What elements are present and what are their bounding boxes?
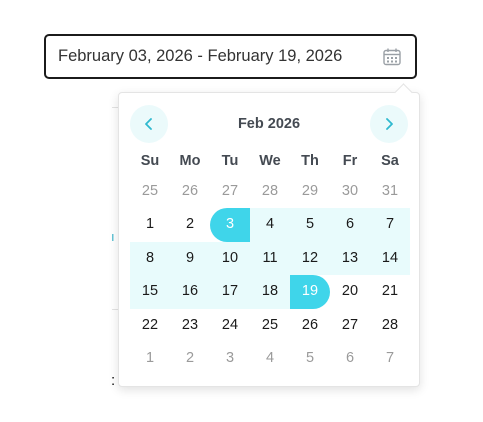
next-month-button[interactable] [370, 105, 408, 143]
weekday-header: Su Mo Tu We Th Fr Sa [130, 151, 410, 171]
calendar-day[interactable]: 22 [130, 309, 170, 342]
calendar-day-in-range[interactable]: 17 [210, 275, 250, 309]
calendar-day-next-month[interactable]: 4 [250, 342, 290, 375]
calendar-day-next-month[interactable]: 2 [170, 342, 210, 375]
background-fragment: : [111, 372, 116, 389]
calendar-day-prev-month[interactable]: 27 [210, 175, 250, 208]
calendar-day-next-month[interactable]: 3 [210, 342, 250, 375]
calendar-day-in-range[interactable]: 5 [290, 208, 330, 242]
calendar-day[interactable]: 26 [290, 309, 330, 342]
calendar-day-prev-month[interactable]: 26 [170, 175, 210, 208]
calendar-day-in-range[interactable]: 6 [330, 208, 370, 242]
calendar-day-in-range[interactable]: 16 [170, 275, 210, 309]
calendar-day-in-range[interactable]: 12 [290, 241, 330, 276]
weekday-label: Th [301, 153, 319, 169]
calendar-week: 15 16 17 18 19 20 21 [130, 275, 410, 309]
weekday-label: We [259, 153, 281, 169]
calendar-day-prev-month[interactable]: 31 [370, 175, 410, 208]
calendar-day[interactable]: 1 [130, 208, 170, 241]
calendar-day-in-range[interactable]: 10 [210, 241, 250, 276]
calendar-day-in-range[interactable]: 18 [250, 275, 290, 309]
calendar-day-next-month[interactable]: 1 [130, 342, 170, 375]
weekday-label: Mo [179, 153, 201, 169]
calendar-day-in-range[interactable]: 11 [250, 241, 290, 276]
calendar-day-in-range[interactable]: 4 [250, 208, 290, 242]
chevron-right-icon [386, 118, 393, 130]
weekday-label: Tu [221, 153, 239, 169]
calendar-day-range-end[interactable]: 19 [290, 275, 330, 309]
calendar-grid: 25 26 27 28 29 30 31 1 2 3 4 5 6 7 8 9 1… [130, 175, 410, 375]
popup-pointer [394, 83, 413, 102]
calendar-day-prev-month[interactable]: 28 [250, 175, 290, 208]
date-range-value: February 03, 2026 - February 19, 2026 [58, 47, 343, 65]
calendar-day[interactable]: 28 [370, 309, 410, 342]
calendar-icon[interactable] [382, 47, 402, 67]
weekday-label: Fr [342, 153, 358, 169]
calendar-week: 8 9 10 11 12 13 14 [130, 241, 410, 276]
calendar-day[interactable]: 27 [330, 309, 370, 342]
calendar-week: 22 23 24 25 26 27 28 [130, 309, 410, 342]
calendar-week: 1 2 3 4 5 6 7 [130, 208, 410, 243]
calendar-day[interactable]: 25 [250, 309, 290, 342]
calendar-day[interactable]: 24 [210, 309, 250, 342]
calendar-day[interactable]: 20 [330, 275, 370, 308]
calendar-day-in-range[interactable]: 7 [370, 208, 410, 242]
calendar-day-next-month[interactable]: 7 [370, 342, 410, 375]
calendar-day-in-range[interactable]: 14 [370, 241, 410, 276]
calendar-day[interactable]: 21 [370, 275, 410, 308]
date-range-input[interactable]: February 03, 2026 - February 19, 2026 [44, 34, 417, 79]
weekday-label: Sa [381, 153, 399, 169]
calendar-day-in-range[interactable]: 15 [130, 275, 170, 309]
calendar-day-in-range[interactable]: 9 [170, 241, 210, 276]
weekday-label: Su [140, 153, 160, 169]
calendar-day-next-month[interactable]: 6 [330, 342, 370, 375]
calendar-week: 1 2 3 4 5 6 7 [130, 342, 410, 375]
calendar-day[interactable]: 23 [170, 309, 210, 342]
calendar-week: 25 26 27 28 29 30 31 [130, 175, 410, 208]
calendar-day-prev-month[interactable]: 30 [330, 175, 370, 208]
calendar-day-in-range[interactable]: 13 [330, 241, 370, 276]
calendar-day-prev-month[interactable]: 29 [290, 175, 330, 208]
calendar-day[interactable]: 2 [170, 208, 210, 241]
calendar-day-prev-month[interactable]: 25 [130, 175, 170, 208]
calendar-day-range-start[interactable]: 3 [210, 208, 250, 243]
calendar-day-in-range[interactable]: 8 [130, 241, 170, 276]
calendar-popup: Feb 2026 Su Mo Tu We Th Fr Sa 25 26 27 2… [118, 83, 420, 387]
background-fragment: ı [111, 229, 115, 244]
calendar-day-next-month[interactable]: 5 [290, 342, 330, 375]
